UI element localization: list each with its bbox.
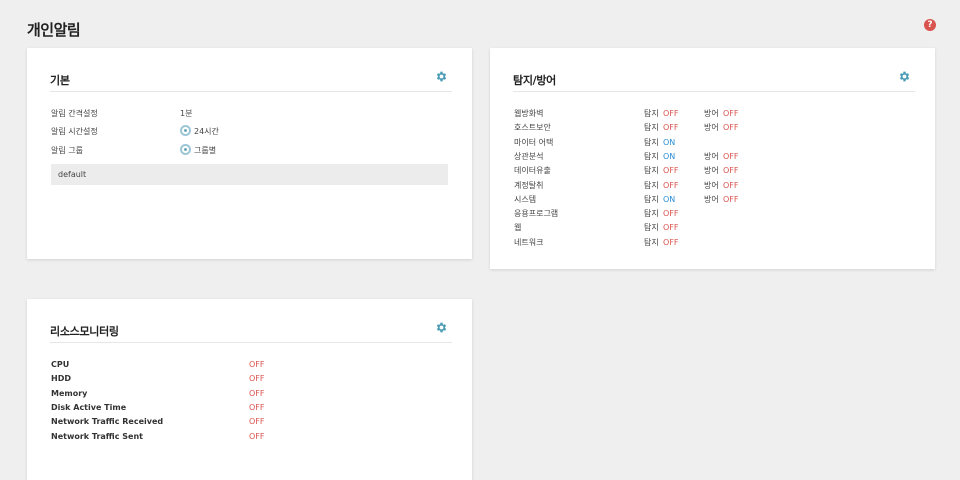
gear-icon[interactable] bbox=[898, 70, 911, 83]
defend-toggle[interactable]: OFF bbox=[723, 179, 739, 193]
basic-label-time: 알림 시간설정 bbox=[51, 127, 98, 136]
detect-item-name: 시스템 bbox=[514, 194, 537, 204]
defend-label: 방어 bbox=[704, 109, 719, 118]
detect-item-name: 응용프로그램 bbox=[514, 209, 559, 219]
detect-label: 탐지 bbox=[644, 223, 659, 233]
gear-icon[interactable] bbox=[435, 321, 448, 334]
detect-toggle[interactable]: OFF bbox=[663, 107, 679, 121]
detect-item-name: 네트워크 bbox=[514, 237, 544, 247]
resource-item-name: HDD bbox=[51, 374, 71, 384]
detect-label: 탐지 bbox=[644, 151, 659, 161]
detect-card: 탐지/방어 웹방화벽 탐지 OFF 방어 OFF 호스트보안 탐지 OFF 방어 OFF 마이터 어… bbox=[490, 48, 935, 269]
detect-label: 탐지 bbox=[644, 209, 659, 219]
resource-toggle[interactable]: OFF bbox=[249, 387, 265, 401]
help-icon[interactable]: ? bbox=[924, 19, 936, 31]
detect-label: 탐지 bbox=[644, 123, 659, 133]
resource-toggle[interactable]: OFF bbox=[249, 372, 265, 386]
interval-value[interactable]: 1분 bbox=[180, 107, 192, 121]
detect-toggle[interactable]: OFF bbox=[663, 179, 679, 193]
detect-item-name: 웹 bbox=[514, 223, 522, 233]
detect-card-header: 탐지/방어 bbox=[513, 70, 915, 92]
detect-item-name: 웹방화벽 bbox=[514, 109, 544, 118]
basic-card-header: 기본 bbox=[50, 70, 452, 92]
defend-toggle[interactable]: OFF bbox=[723, 193, 739, 207]
resource-item-name: CPU bbox=[51, 360, 70, 369]
basic-card: 기본 알림 간격설정 1분 알림 시간설정 24시간 알림 그룹 그룹별 def… bbox=[27, 48, 472, 259]
resource-card-title: 리소스모니터링 bbox=[50, 325, 119, 338]
detect-item-name: 마이터 어택 bbox=[514, 137, 554, 147]
defend-label: 방어 bbox=[704, 123, 719, 133]
basic-label-group: 알림 그룹 bbox=[51, 146, 83, 155]
basic-label-interval: 알림 간격설정 bbox=[51, 109, 98, 118]
defend-toggle[interactable]: OFF bbox=[723, 150, 739, 164]
detect-label: 탐지 bbox=[644, 194, 659, 204]
defend-label: 방어 bbox=[704, 194, 719, 204]
detect-toggle[interactable]: OFF bbox=[663, 207, 679, 221]
detect-label: 탐지 bbox=[644, 166, 659, 176]
resource-toggle[interactable]: OFF bbox=[249, 430, 265, 444]
time-option-label: 24시간 bbox=[194, 127, 219, 136]
resource-item-name: Disk Active Time bbox=[51, 402, 127, 412]
defend-label: 방어 bbox=[704, 166, 719, 176]
resource-toggle[interactable]: OFF bbox=[249, 358, 265, 372]
group-option-label: 그룹별 bbox=[194, 146, 217, 155]
defend-label: 방어 bbox=[704, 151, 719, 161]
detect-item-name: 계정탈취 bbox=[514, 180, 544, 190]
detect-item-name: 상관분석 bbox=[514, 151, 544, 161]
detect-toggle[interactable]: OFF bbox=[663, 164, 679, 178]
group-list-item[interactable]: default bbox=[51, 164, 448, 185]
detect-toggle[interactable]: OFF bbox=[663, 221, 679, 235]
resource-toggle[interactable]: OFF bbox=[249, 401, 265, 415]
detect-item-name: 호스트보안 bbox=[514, 123, 551, 133]
detect-label: 탐지 bbox=[644, 180, 659, 190]
detect-item-name: 데이터유출 bbox=[514, 166, 551, 176]
page-title: 개인알림 bbox=[27, 21, 81, 39]
radio-selected-icon[interactable] bbox=[180, 144, 191, 155]
group-option[interactable]: 그룹별 bbox=[180, 144, 216, 158]
detect-card-title: 탐지/방어 bbox=[513, 74, 556, 87]
resource-card-header: 리소스모니터링 bbox=[50, 321, 452, 343]
basic-card-title: 기본 bbox=[50, 74, 70, 87]
defend-toggle[interactable]: OFF bbox=[723, 121, 739, 135]
resource-item-name: Network Traffic Received bbox=[51, 417, 164, 427]
detect-label: 탐지 bbox=[644, 137, 659, 147]
detect-label: 탐지 bbox=[644, 109, 659, 118]
resource-toggle[interactable]: OFF bbox=[249, 415, 265, 429]
defend-toggle[interactable]: OFF bbox=[723, 164, 739, 178]
detect-toggle[interactable]: ON bbox=[663, 136, 675, 150]
detect-toggle[interactable]: OFF bbox=[663, 236, 679, 250]
gear-icon[interactable] bbox=[435, 70, 448, 83]
resource-item-name: Network Traffic Sent bbox=[51, 431, 143, 441]
defend-toggle[interactable]: OFF bbox=[723, 107, 739, 121]
detect-toggle[interactable]: OFF bbox=[663, 121, 679, 135]
detect-toggle[interactable]: ON bbox=[663, 193, 675, 207]
detect-toggle[interactable]: ON bbox=[663, 150, 675, 164]
time-option[interactable]: 24시간 bbox=[180, 125, 219, 139]
detect-label: 탐지 bbox=[644, 237, 659, 247]
radio-selected-icon[interactable] bbox=[180, 125, 191, 136]
resource-card: 리소스모니터링 CPU OFF HDD OFF Memory OFF Disk Active… bbox=[27, 299, 472, 480]
resource-item-name: Memory bbox=[51, 388, 88, 398]
defend-label: 방어 bbox=[704, 180, 719, 190]
